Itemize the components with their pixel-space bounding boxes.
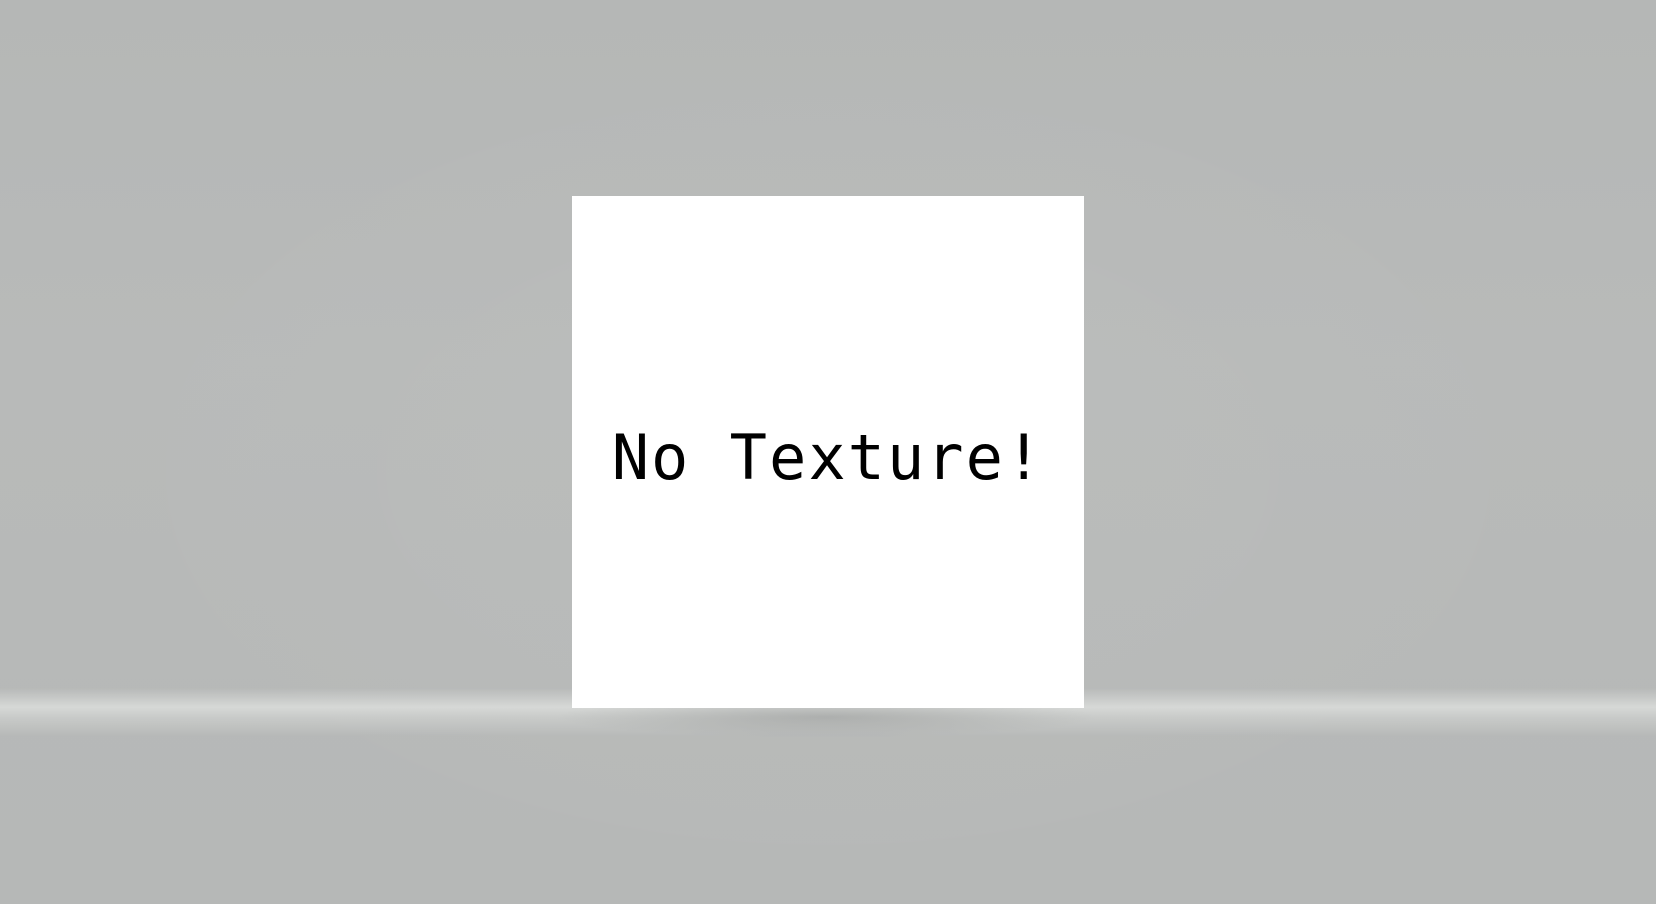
- panel-shadow: [556, 705, 1096, 745]
- missing-texture-panel: No Texture!: [572, 196, 1084, 708]
- 3d-viewport[interactable]: No Texture!: [0, 0, 1656, 904]
- missing-texture-label: No Texture!: [611, 420, 1045, 494]
